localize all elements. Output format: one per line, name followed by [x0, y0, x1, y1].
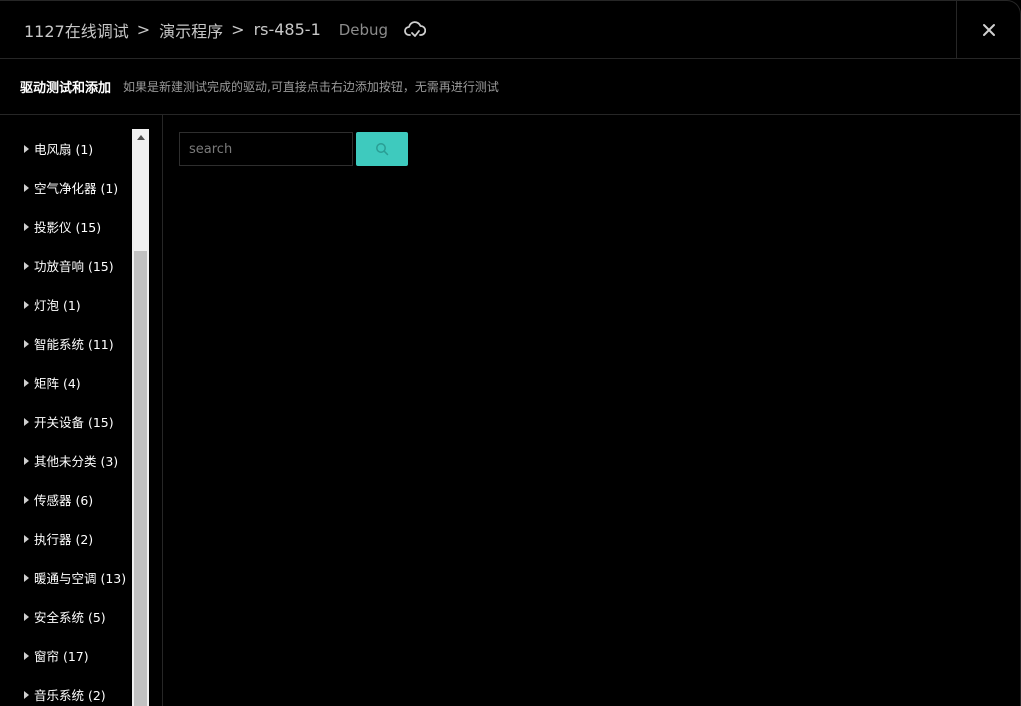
close-button[interactable]: [956, 1, 1020, 59]
tree-item-label: 电风扇 (1): [34, 142, 94, 157]
caret-right-icon: [24, 495, 29, 504]
tree-item-projector[interactable]: 投影仪 (15): [0, 207, 132, 246]
caret-right-icon: [24, 417, 29, 426]
breadcrumb-item-port[interactable]: rs-485-1: [254, 20, 321, 39]
tree-item-sensor[interactable]: 传感器 (6): [0, 480, 132, 519]
tree-item-label: 功放音响 (15): [34, 259, 114, 274]
caret-right-icon: [24, 612, 29, 621]
tree-item-label: 其他未分类 (3): [34, 454, 119, 469]
caret-right-icon: [24, 261, 29, 270]
search-icon: [376, 143, 389, 156]
tree-item-bulb[interactable]: 灯泡 (1): [0, 285, 132, 324]
section-description: 如果是新建测试完成的驱动,可直接点击右边添加按钮，无需再进行测试: [123, 80, 499, 94]
tree-item-security[interactable]: 安全系统 (5): [0, 597, 132, 636]
dialog-header: 1127在线调试 > 演示程序 > rs-485-1 Debug: [0, 1, 956, 59]
tree-item-switch-device[interactable]: 开关设备 (15): [0, 402, 132, 441]
tree-item-fan[interactable]: 电风扇 (1): [0, 129, 132, 168]
search-input[interactable]: [179, 132, 353, 166]
tree-item-label: 执行器 (2): [34, 532, 94, 547]
section-title: 驱动测试和添加: [20, 81, 112, 96]
caret-right-icon: [24, 222, 29, 231]
search-button[interactable]: [356, 132, 408, 166]
cloud-check-icon[interactable]: [404, 20, 427, 40]
caret-right-icon: [24, 573, 29, 582]
tree-item-music-system[interactable]: 音乐系统 (2): [0, 675, 132, 706]
caret-right-icon: [24, 378, 29, 387]
caret-right-icon: [24, 651, 29, 660]
close-icon: [983, 23, 995, 36]
breadcrumb-separator: >: [136, 20, 151, 39]
tree-item-label: 传感器 (6): [34, 493, 94, 508]
tree-item-amplifier[interactable]: 功放音响 (15): [0, 246, 132, 285]
scroll-up-arrow-icon[interactable]: [132, 129, 149, 146]
tree-item-hvac[interactable]: 暖通与空调 (13): [0, 558, 132, 597]
tree-item-air-purifier[interactable]: 空气净化器 (1): [0, 168, 132, 207]
category-tree: 电风扇 (1) 空气净化器 (1) 投影仪 (15) 功放音响 (15) 灯泡 …: [0, 129, 132, 706]
breadcrumb-item-project[interactable]: 1127在线调试: [24, 18, 129, 42]
tree-item-label: 空气净化器 (1): [34, 181, 119, 196]
caret-right-icon: [24, 456, 29, 465]
category-sidebar: 电风扇 (1) 空气净化器 (1) 投影仪 (15) 功放音响 (15) 灯泡 …: [0, 115, 163, 706]
scrollbar-thumb[interactable]: [134, 251, 147, 706]
tree-item-label: 投影仪 (15): [34, 220, 102, 235]
breadcrumb-separator: >: [231, 20, 245, 39]
caret-right-icon: [24, 144, 29, 153]
tree-item-label: 智能系统 (11): [34, 337, 114, 352]
section-header: 驱动测试和添加 如果是新建测试完成的驱动,可直接点击右边添加按钮，无需再进行测试: [0, 59, 1020, 115]
tree-item-label: 音乐系统 (2): [34, 688, 106, 703]
tree-item-smart-system[interactable]: 智能系统 (11): [0, 324, 132, 363]
mode-label: Debug: [338, 20, 389, 39]
tree-item-label: 矩阵 (4): [34, 376, 81, 391]
tree-item-curtain[interactable]: 窗帘 (17): [0, 636, 132, 675]
tree-item-matrix[interactable]: 矩阵 (4): [0, 363, 132, 402]
tree-item-label: 开关设备 (15): [34, 415, 114, 430]
caret-right-icon: [24, 300, 29, 309]
tree-item-uncategorized[interactable]: 其他未分类 (3): [0, 441, 132, 480]
caret-right-icon: [24, 183, 29, 192]
tree-item-label: 灯泡 (1): [34, 298, 81, 313]
tree-item-label: 窗帘 (17): [34, 649, 89, 664]
driver-test-dialog: 1127在线调试 > 演示程序 > rs-485-1 Debug 驱动测试和添加…: [0, 0, 1021, 706]
breadcrumb-item-program[interactable]: 演示程序: [159, 18, 223, 42]
tree-item-label: 暖通与空调 (13): [34, 571, 127, 586]
sidebar-scrollbar[interactable]: [132, 129, 149, 706]
caret-right-icon: [24, 534, 29, 543]
tree-item-actuator[interactable]: 执行器 (2): [0, 519, 132, 558]
caret-right-icon: [24, 339, 29, 348]
caret-right-icon: [24, 690, 29, 699]
tree-item-label: 安全系统 (5): [34, 610, 106, 625]
